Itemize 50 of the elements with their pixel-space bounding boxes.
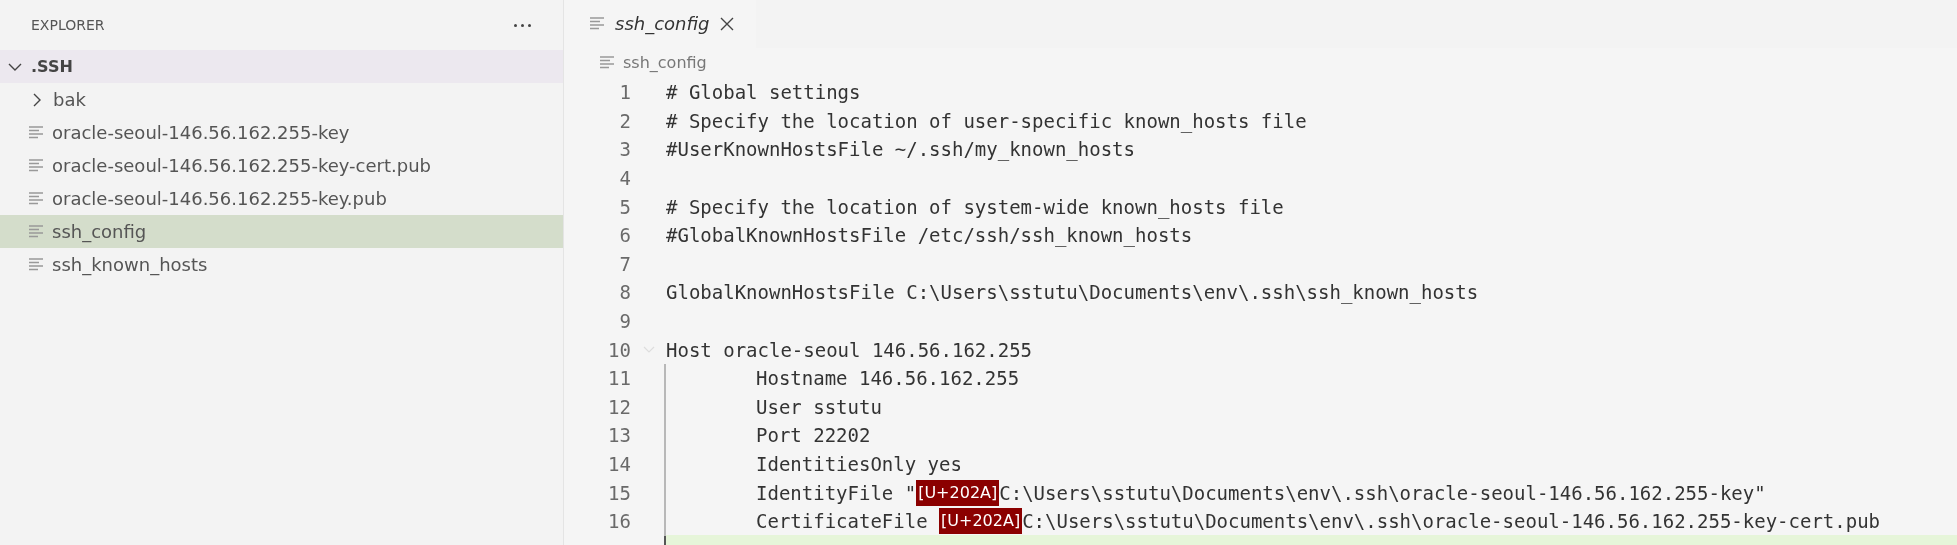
code-text: #GlobalKnownHostsFile /etc/ssh/ssh_known_hosts	[666, 224, 1193, 247]
line-number: 1	[618, 81, 631, 104]
breadcrumb-item[interactable]: ssh_config	[600, 53, 707, 73]
code-text: CertificateFile	[756, 510, 929, 533]
code-text: #UserKnownHostsFile ~/.ssh/my_known_hosts	[666, 138, 1135, 161]
file-lines-icon	[29, 159, 44, 172]
code-text: # Specify the location of system-wide known_hosts file	[666, 195, 1284, 218]
file-tree-item[interactable]: oracle-seoul-146.56.162.255-key	[0, 116, 563, 149]
file-tree-item[interactable]: ssh_known_hosts	[0, 248, 563, 281]
code-text: Hostname 146.56.162.255	[756, 367, 1020, 390]
line-number: 4	[618, 167, 631, 190]
file-lines-icon	[29, 192, 44, 205]
file-tree-item[interactable]: oracle-seoul-146.56.162.255-key-cert.pub	[0, 149, 563, 182]
code-text: C:\Users\sstutu\Documents\env\.ssh\oracle-seoul-146.56.162.255-key-cert.pub	[1022, 510, 1881, 533]
line-number: 15	[607, 481, 631, 504]
control-character-marker: [U+202A]	[939, 508, 1023, 535]
file-tree-item[interactable]: ssh_config	[0, 215, 563, 248]
line-number: 13	[607, 424, 631, 447]
close-icon	[719, 16, 734, 31]
line-number: 9	[618, 310, 631, 333]
line-number: 8	[618, 281, 631, 304]
line-number: 2	[618, 109, 631, 132]
control-character-marker: [U+202A]	[916, 479, 1000, 506]
file-tree-item[interactable]: bak	[0, 83, 563, 116]
line-number: 6	[618, 224, 631, 247]
code-text: Host oracle-seoul 146.56.162.255	[666, 338, 1033, 361]
code-text: IdentityFile "	[756, 481, 917, 504]
panel-title: EXPLORER	[31, 17, 105, 33]
folder-header[interactable]: .SSH	[0, 50, 563, 83]
line-number: 7	[618, 252, 631, 275]
line-number: 3	[618, 138, 631, 161]
line-number: 11	[607, 367, 631, 390]
code-text: User sstutu	[756, 395, 882, 418]
line-number: 10	[607, 338, 631, 361]
file-lines-icon	[29, 225, 44, 238]
line-number: 16	[607, 510, 631, 533]
code-text: # Global settings	[666, 81, 861, 104]
line-number: 5	[618, 195, 631, 218]
code-text: # Specify the location of user-specific known_hosts file	[666, 109, 1307, 132]
line-number: 12	[607, 395, 631, 418]
file-lines-icon	[29, 126, 44, 139]
file-lines-icon	[590, 17, 605, 31]
line-number: 14	[607, 453, 631, 475]
code-text: IdentitiesOnly yes	[756, 453, 962, 475]
file-tree-item[interactable]: oracle-seoul-146.56.162.255-key.pub	[0, 182, 563, 215]
code-text: Port 22202	[756, 424, 871, 447]
file-lines-icon	[29, 258, 44, 271]
code-text: GlobalKnownHostsFile C:\Users\sstutu\Documents\env\.ssh\ssh_known_hosts	[666, 281, 1479, 304]
code-text: C:\Users\sstutu\Documents\env\.ssh\oracle-seoul-146.56.162.255-key"	[999, 481, 1766, 504]
file-lines-icon	[600, 56, 615, 70]
